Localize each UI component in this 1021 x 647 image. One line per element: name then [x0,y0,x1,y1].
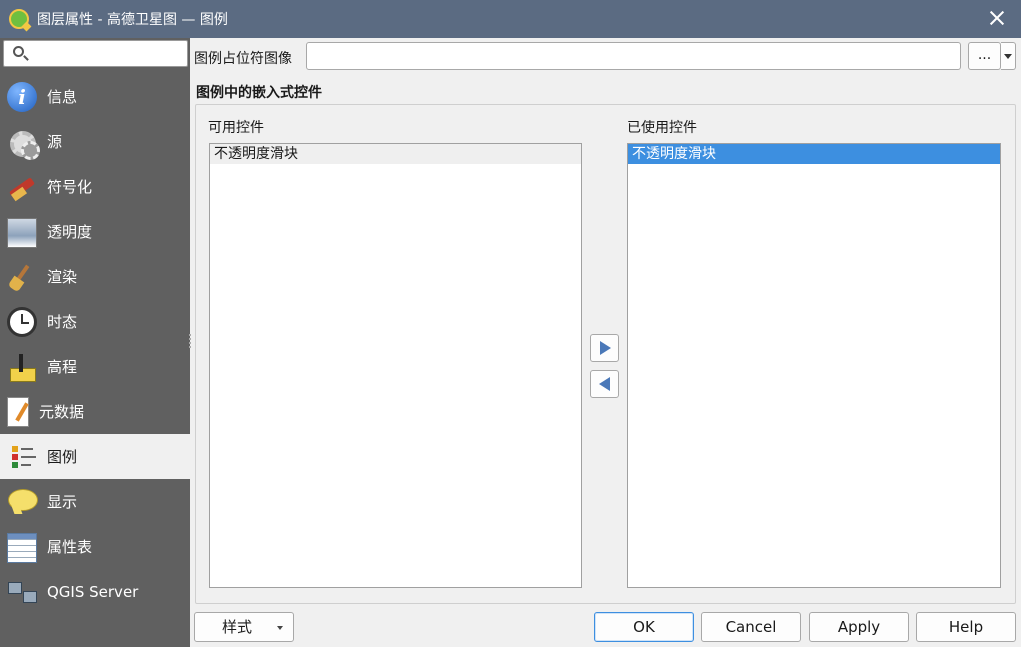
sidebar-item-label: QGIS Server [47,582,139,601]
attribute-table-icon [7,533,37,563]
placeholder-image-label: 图例占位符图像 [194,51,292,67]
sidebar-nav: i 信息 源 符号化 透明度 渲染 时态 高程 元数据 图例 显示 属性表 QG… [0,74,190,614]
sidebar-item-label: 高程 [47,358,78,376]
sidebar-item-label: 显示 [47,493,78,511]
transparency-icon [7,218,37,248]
used-widgets-label: 已使用控件 [627,120,697,136]
sidebar-item-legend[interactable]: 图例 [0,434,190,479]
sidebar-item-rendering[interactable]: 渲染 [0,254,190,299]
sidebar-item-display[interactable]: 显示 [0,479,190,524]
info-icon: i [7,81,37,112]
sidebar-item-label: 图例 [47,448,78,466]
elevation-icon [7,352,37,382]
apply-button[interactable]: Apply [809,612,909,642]
sidebar-item-label: 渲染 [47,268,78,286]
arrow-left-icon [599,377,610,391]
sidebar-item-label: 元数据 [39,403,85,421]
sidebar-item-metadata[interactable]: 元数据 [0,389,190,434]
server-icon [7,577,37,607]
display-icon [7,487,38,517]
help-button[interactable]: Help [916,612,1016,642]
clock-icon [7,306,37,337]
available-widgets-label: 可用控件 [208,120,264,136]
list-item[interactable]: 不透明度滑块 [210,144,581,164]
search-box[interactable] [3,40,188,67]
used-widgets-list[interactable]: 不透明度滑块 [627,143,1001,588]
sidebar-item-info[interactable]: i 信息 [0,74,190,119]
sidebar-item-elevation[interactable]: 高程 [0,344,190,389]
available-widgets-list[interactable]: 不透明度滑块 [209,143,582,588]
sidebar: i 信息 源 符号化 透明度 渲染 时态 高程 元数据 图例 显示 属性表 QG… [0,38,190,647]
placeholder-image-input[interactable] [306,42,961,70]
sidebar-item-source[interactable]: 源 [0,119,190,164]
list-item[interactable]: 不透明度滑块 [628,144,1000,164]
sidebar-item-symbology[interactable]: 符号化 [0,164,190,209]
sidebar-item-label: 信息 [47,88,78,106]
sidebar-item-transparency[interactable]: 透明度 [0,209,190,254]
chevron-down-icon [277,626,283,630]
add-widget-button[interactable] [590,334,619,362]
browse-button[interactable]: ... [968,42,1001,70]
source-icon [7,127,40,160]
sidebar-item-label: 属性表 [47,538,93,556]
style-button[interactable]: 样式 [194,612,294,642]
sidebar-item-label: 符号化 [47,178,93,196]
browse-dropdown-button[interactable] [1001,42,1016,70]
legend-icon [10,442,36,472]
style-button-label: 样式 [222,618,253,636]
sidebar-item-label: 时态 [47,313,78,331]
close-icon[interactable] [987,8,1007,28]
symbology-icon [7,172,37,202]
arrow-right-icon [600,341,611,355]
remove-widget-button[interactable] [590,370,619,398]
search-icon [13,46,24,57]
qgis-logo-icon [9,9,29,29]
metadata-icon [7,396,29,427]
legend-page: 图例占位符图像 ... 图例中的嵌入式控件 可用控件 不透明度滑块 已使用控件 … [190,38,1021,608]
sidebar-item-temporal[interactable]: 时态 [0,299,190,344]
sidebar-item-attribute-table[interactable]: 属性表 [0,524,190,569]
button-bar: 样式 OK Cancel Apply Help [190,608,1021,647]
sidebar-item-label: 透明度 [47,223,93,241]
title-bar: 图层属性 - 高德卫星图 — 图例 [0,0,1021,38]
embedded-widgets-group-title: 图例中的嵌入式控件 [196,85,322,101]
sidebar-item-qgis-server[interactable]: QGIS Server [0,569,190,614]
window-title: 图层属性 - 高德卫星图 — 图例 [37,12,228,28]
rendering-icon [7,262,37,292]
sidebar-item-label: 源 [47,133,63,151]
search-input[interactable] [30,43,180,64]
ok-button[interactable]: OK [594,612,694,642]
cancel-button[interactable]: Cancel [701,612,801,642]
